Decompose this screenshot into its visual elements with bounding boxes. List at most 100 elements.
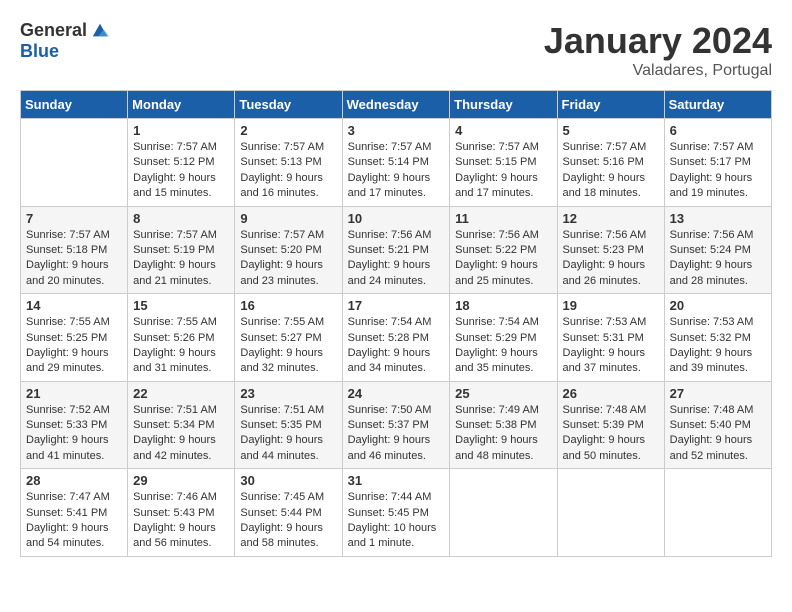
calendar-table: SundayMondayTuesdayWednesdayThursdayFrid…	[20, 90, 772, 557]
calendar-day-cell: 3 Sunrise: 7:57 AM Sunset: 5:14 PM Daylig…	[342, 119, 450, 207]
calendar-week-row: 1 Sunrise: 7:57 AM Sunset: 5:12 PM Daylig…	[21, 119, 772, 207]
calendar-day-cell: 2 Sunrise: 7:57 AM Sunset: 5:13 PM Daylig…	[235, 119, 342, 207]
calendar-day-cell: 29 Sunrise: 7:46 AM Sunset: 5:43 PM Dayli…	[128, 469, 235, 557]
calendar-day-header: Monday	[128, 91, 235, 119]
calendar-day-cell: 16 Sunrise: 7:55 AM Sunset: 5:27 PM Dayli…	[235, 294, 342, 382]
day-info: Sunrise: 7:56 AM Sunset: 5:22 PM Dayligh…	[455, 228, 551, 290]
day-info: Sunrise: 7:57 AM Sunset: 5:12 PM Dayligh…	[133, 140, 229, 202]
calendar-week-row: 7Sunrise: 7:57 AM Sunset: 5:18 PM Daylig…	[21, 206, 772, 294]
calendar-day-cell: 20 Sunrise: 7:53 AM Sunset: 5:32 PM Dayli…	[664, 294, 771, 382]
calendar-day-cell: 15 Sunrise: 7:55 AM Sunset: 5:26 PM Dayli…	[128, 294, 235, 382]
day-number: 23	[240, 386, 336, 401]
calendar-day-header: Wednesday	[342, 91, 450, 119]
page-header: General Blue January 2024 Valadares, Por…	[20, 20, 772, 80]
day-info: Sunrise: 7:55 AM Sunset: 5:26 PM Dayligh…	[133, 315, 229, 377]
day-number: 30	[240, 473, 336, 488]
calendar-day-cell: 19 Sunrise: 7:53 AM Sunset: 5:31 PM Dayli…	[557, 294, 664, 382]
calendar-day-header: Tuesday	[235, 91, 342, 119]
day-info: Sunrise: 7:57 AM Sunset: 5:20 PM Dayligh…	[240, 228, 336, 290]
day-info: Sunrise: 7:51 AM Sunset: 5:35 PM Dayligh…	[240, 403, 336, 465]
month-title: January 2024	[544, 20, 772, 62]
day-info: Sunrise: 7:54 AM Sunset: 5:28 PM Dayligh…	[348, 315, 445, 377]
day-info: Sunrise: 7:49 AM Sunset: 5:38 PM Dayligh…	[455, 403, 551, 465]
day-info: Sunrise: 7:57 AM Sunset: 5:18 PM Dayligh…	[26, 228, 122, 290]
day-number: 17	[348, 298, 445, 313]
calendar-day-cell: 25 Sunrise: 7:49 AM Sunset: 5:38 PM Dayli…	[450, 381, 557, 469]
day-number: 25	[455, 386, 551, 401]
logo-icon	[91, 22, 109, 40]
day-number: 2	[240, 123, 336, 138]
calendar-day-cell: 8 Sunrise: 7:57 AM Sunset: 5:19 PM Daylig…	[128, 206, 235, 294]
calendar-week-row: 21 Sunrise: 7:52 AM Sunset: 5:33 PM Dayli…	[21, 381, 772, 469]
day-info: Sunrise: 7:50 AM Sunset: 5:37 PM Dayligh…	[348, 403, 445, 465]
day-number: 29	[133, 473, 229, 488]
day-number: 26	[563, 386, 659, 401]
day-number: 20	[670, 298, 766, 313]
calendar-day-header: Thursday	[450, 91, 557, 119]
day-info: Sunrise: 7:55 AM Sunset: 5:27 PM Dayligh…	[240, 315, 336, 377]
day-number: 16	[240, 298, 336, 313]
day-number: 22	[133, 386, 229, 401]
calendar-week-row: 28Sunrise: 7:47 AM Sunset: 5:41 PM Dayli…	[21, 469, 772, 557]
day-number: 18	[455, 298, 551, 313]
calendar-day-cell: 28Sunrise: 7:47 AM Sunset: 5:41 PM Dayli…	[21, 469, 128, 557]
calendar-day-cell: 22Sunrise: 7:51 AM Sunset: 5:34 PM Dayli…	[128, 381, 235, 469]
calendar-week-row: 14 Sunrise: 7:55 AM Sunset: 5:25 PM Dayli…	[21, 294, 772, 382]
day-info: Sunrise: 7:56 AM Sunset: 5:21 PM Dayligh…	[348, 228, 445, 290]
calendar-day-cell: 23 Sunrise: 7:51 AM Sunset: 5:35 PM Dayli…	[235, 381, 342, 469]
calendar-day-cell: 12Sunrise: 7:56 AM Sunset: 5:23 PM Dayli…	[557, 206, 664, 294]
calendar-day-cell: 7Sunrise: 7:57 AM Sunset: 5:18 PM Daylig…	[21, 206, 128, 294]
calendar-empty-cell	[450, 469, 557, 557]
calendar-day-cell: 18 Sunrise: 7:54 AM Sunset: 5:29 PM Dayli…	[450, 294, 557, 382]
calendar-day-header: Sunday	[21, 91, 128, 119]
location: Valadares, Portugal	[544, 62, 772, 80]
day-number: 31	[348, 473, 445, 488]
calendar-day-header: Saturday	[664, 91, 771, 119]
day-number: 13	[670, 211, 766, 226]
day-info: Sunrise: 7:45 AM Sunset: 5:44 PM Dayligh…	[240, 490, 336, 552]
day-info: Sunrise: 7:56 AM Sunset: 5:23 PM Dayligh…	[563, 228, 659, 290]
day-info: Sunrise: 7:57 AM Sunset: 5:15 PM Dayligh…	[455, 140, 551, 202]
title-section: January 2024 Valadares, Portugal	[544, 20, 772, 80]
day-number: 19	[563, 298, 659, 313]
day-info: Sunrise: 7:53 AM Sunset: 5:31 PM Dayligh…	[563, 315, 659, 377]
day-number: 9	[240, 211, 336, 226]
day-info: Sunrise: 7:46 AM Sunset: 5:43 PM Dayligh…	[133, 490, 229, 552]
day-number: 14	[26, 298, 122, 313]
logo: General Blue	[20, 20, 109, 62]
calendar-day-cell: 4 Sunrise: 7:57 AM Sunset: 5:15 PM Daylig…	[450, 119, 557, 207]
day-info: Sunrise: 7:57 AM Sunset: 5:16 PM Dayligh…	[563, 140, 659, 202]
calendar-day-cell: 6 Sunrise: 7:57 AM Sunset: 5:17 PM Daylig…	[664, 119, 771, 207]
calendar-day-cell: 30 Sunrise: 7:45 AM Sunset: 5:44 PM Dayli…	[235, 469, 342, 557]
day-number: 1	[133, 123, 229, 138]
calendar-day-cell: 9 Sunrise: 7:57 AM Sunset: 5:20 PM Daylig…	[235, 206, 342, 294]
calendar-day-cell: 14 Sunrise: 7:55 AM Sunset: 5:25 PM Dayli…	[21, 294, 128, 382]
calendar-day-cell: 1 Sunrise: 7:57 AM Sunset: 5:12 PM Daylig…	[128, 119, 235, 207]
day-number: 27	[670, 386, 766, 401]
day-info: Sunrise: 7:57 AM Sunset: 5:17 PM Dayligh…	[670, 140, 766, 202]
day-info: Sunrise: 7:57 AM Sunset: 5:14 PM Dayligh…	[348, 140, 445, 202]
day-info: Sunrise: 7:48 AM Sunset: 5:39 PM Dayligh…	[563, 403, 659, 465]
day-number: 6	[670, 123, 766, 138]
calendar-day-cell: 11Sunrise: 7:56 AM Sunset: 5:22 PM Dayli…	[450, 206, 557, 294]
calendar-day-cell: 10Sunrise: 7:56 AM Sunset: 5:21 PM Dayli…	[342, 206, 450, 294]
day-number: 21	[26, 386, 122, 401]
day-info: Sunrise: 7:57 AM Sunset: 5:19 PM Dayligh…	[133, 228, 229, 290]
day-info: Sunrise: 7:57 AM Sunset: 5:13 PM Dayligh…	[240, 140, 336, 202]
calendar-empty-cell	[664, 469, 771, 557]
day-number: 8	[133, 211, 229, 226]
day-info: Sunrise: 7:52 AM Sunset: 5:33 PM Dayligh…	[26, 403, 122, 465]
calendar-day-cell: 27 Sunrise: 7:48 AM Sunset: 5:40 PM Dayli…	[664, 381, 771, 469]
day-number: 4	[455, 123, 551, 138]
day-number: 3	[348, 123, 445, 138]
day-info: Sunrise: 7:54 AM Sunset: 5:29 PM Dayligh…	[455, 315, 551, 377]
logo-blue: Blue	[20, 41, 59, 62]
calendar-day-cell: 5Sunrise: 7:57 AM Sunset: 5:16 PM Daylig…	[557, 119, 664, 207]
day-info: Sunrise: 7:55 AM Sunset: 5:25 PM Dayligh…	[26, 315, 122, 377]
calendar-day-cell: 31 Sunrise: 7:44 AM Sunset: 5:45 PM Dayli…	[342, 469, 450, 557]
day-info: Sunrise: 7:48 AM Sunset: 5:40 PM Dayligh…	[670, 403, 766, 465]
day-info: Sunrise: 7:44 AM Sunset: 5:45 PM Dayligh…	[348, 490, 445, 552]
day-info: Sunrise: 7:53 AM Sunset: 5:32 PM Dayligh…	[670, 315, 766, 377]
calendar-header-row: SundayMondayTuesdayWednesdayThursdayFrid…	[21, 91, 772, 119]
day-number: 15	[133, 298, 229, 313]
